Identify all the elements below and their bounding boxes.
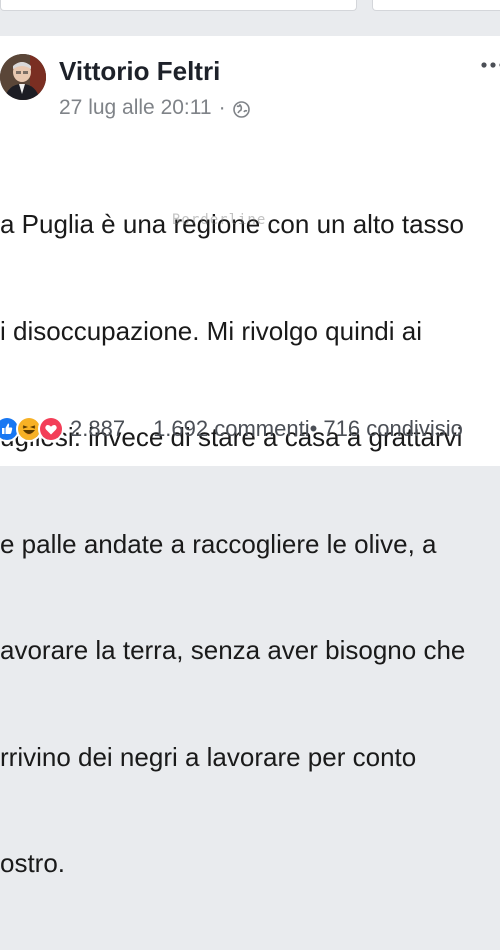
post-body-line: rrivino dei negri a lavorare per conto	[0, 741, 417, 772]
ellipsis-icon[interactable]	[478, 58, 500, 70]
comments-count[interactable]: 1.692 commenti	[153, 416, 310, 442]
previous-post-card-right	[372, 0, 500, 11]
post-body-line: e palle andate a raccogliere le olive, a	[0, 528, 437, 559]
avatar[interactable]	[0, 54, 46, 100]
post-body-line: ostro.	[0, 848, 66, 878]
reactions-summary[interactable]	[0, 416, 64, 442]
post-body-line: avorare la terra, senza aver bisogno che	[0, 635, 466, 665]
previous-post-card	[0, 0, 357, 11]
love-icon	[38, 416, 64, 442]
post-body: a Puglia è una regione con un alto tasso…	[0, 136, 500, 950]
facebook-post: Vittorio Feltri 27 lug alle 20:11 · a Pu…	[0, 36, 500, 878]
post-author-name[interactable]: Vittorio Feltri	[59, 56, 220, 87]
post-meta: 27 lug alle 20:11 ·	[59, 96, 250, 120]
post-footer: 2.887 1.692 commenti • 716 condivisio	[0, 412, 500, 446]
meta-separator: ·	[218, 96, 226, 119]
globe-icon	[232, 100, 250, 118]
reaction-count[interactable]: 2.887	[70, 416, 125, 442]
post-body-line: i disoccupazione. Mi rivolgo quindi ai	[0, 315, 423, 346]
post-timestamp[interactable]: 27 lug alle 20:11	[59, 96, 212, 120]
watermark: Borderline	[172, 212, 267, 228]
shares-count[interactable]: • 716 condivisio	[310, 416, 463, 442]
